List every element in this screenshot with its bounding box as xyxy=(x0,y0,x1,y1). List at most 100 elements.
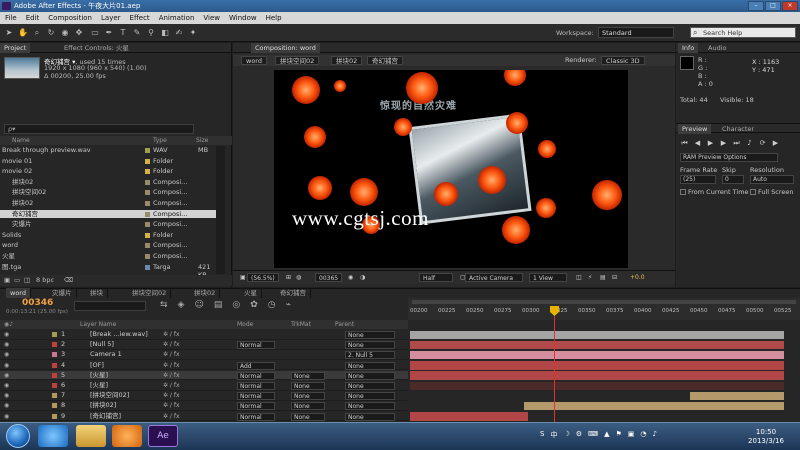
crumb-3[interactable]: 奇幻捕宫 xyxy=(367,56,403,65)
track-matte-select[interactable]: None xyxy=(291,382,325,390)
timeline-tab[interactable]: 灾爆片 xyxy=(48,288,77,298)
camera-tool-icon[interactable]: ◉ xyxy=(60,27,70,38)
blend-mode-select[interactable]: Normal xyxy=(237,402,275,411)
camera-view-select[interactable]: Active Camera xyxy=(465,273,523,282)
label-color-swatch[interactable] xyxy=(145,148,150,153)
label-color-swatch[interactable] xyxy=(145,158,150,164)
layer-switches-icon[interactable]: ✲ ∕ fx xyxy=(163,330,180,340)
composition-viewer[interactable]: 惊现的自然灾难 www.cgtsj.com xyxy=(274,70,628,268)
last-frame-icon[interactable]: ⏭ xyxy=(732,139,741,148)
close-button[interactable]: × xyxy=(782,1,798,11)
new-folder-icon[interactable]: ▭ xyxy=(14,275,20,286)
label-color-swatch[interactable] xyxy=(145,222,150,228)
timeline-timecode[interactable]: 00346 xyxy=(22,298,53,308)
menu-help[interactable]: Help xyxy=(266,12,282,24)
eraser-tool-icon[interactable]: ◧ xyxy=(160,27,170,38)
crumb-word[interactable]: word xyxy=(241,56,267,65)
exposure-value[interactable]: +0.0 xyxy=(627,273,648,282)
layer-name[interactable]: [奇幻捕宫] xyxy=(90,412,121,422)
menu-edit[interactable]: Edit xyxy=(26,12,40,24)
layer-label-color[interactable] xyxy=(52,332,57,337)
view-layout-select[interactable]: 1 View xyxy=(529,273,567,282)
project-item[interactable]: Solids Folder xyxy=(0,231,216,240)
menu-composition[interactable]: Composition xyxy=(48,12,92,24)
parent-select[interactable]: None xyxy=(345,341,395,350)
project-item[interactable]: 拼块02 Composi... xyxy=(0,199,216,208)
project-item[interactable]: 灾爆片 Composi... xyxy=(0,220,216,229)
layer-switches-icon[interactable]: ✲ ∕ fx xyxy=(163,350,180,360)
project-item[interactable]: 拼块空间02 Composi... xyxy=(0,188,216,197)
project-scrollbar[interactable] xyxy=(216,146,225,274)
visibility-eye-icon[interactable]: ◉ xyxy=(4,361,9,371)
menu-view[interactable]: View xyxy=(203,12,220,24)
col-type[interactable]: Type xyxy=(153,136,167,145)
frame-rate-select[interactable]: (25) xyxy=(680,175,716,184)
track-matte-select[interactable]: None xyxy=(291,392,325,401)
blend-mode-select[interactable]: Normal xyxy=(237,341,275,350)
layer-label-color[interactable] xyxy=(52,342,57,348)
layer-row[interactable]: ◉ 2 [Null 5] ✲ ∕ fx Normal None xyxy=(0,340,408,350)
layer-row[interactable]: ◉ 9 [奇幻捕宫] ✲ ∕ fx Normal None None xyxy=(0,412,408,422)
magnification-select[interactable]: (56.5%) xyxy=(247,273,279,282)
label-color-swatch[interactable] xyxy=(145,211,150,217)
next-frame-icon[interactable]: ▶ xyxy=(719,139,728,148)
parent-select[interactable]: None xyxy=(345,382,395,390)
crumb-1[interactable]: 拼块空间02 xyxy=(275,56,320,65)
tab-info[interactable]: Info xyxy=(678,43,699,53)
label-color-swatch[interactable] xyxy=(145,190,150,196)
project-item[interactable]: 奇幻捕宫 Composi... xyxy=(0,209,216,219)
prev-frame-icon[interactable]: ◀ xyxy=(693,139,702,148)
start-button[interactable] xyxy=(6,424,30,448)
menu-file[interactable]: File xyxy=(5,12,17,24)
col-parent[interactable]: Parent xyxy=(335,320,354,329)
menu-layer[interactable]: Layer xyxy=(101,12,121,24)
col-size[interactable]: Size xyxy=(196,136,208,145)
full-screen-checkbox[interactable]: Full Screen xyxy=(750,188,794,196)
timeline-tab[interactable]: word xyxy=(6,288,31,298)
tab-effect-controls[interactable]: Effect Controls: 火星 xyxy=(60,43,133,53)
ie-taskbar-icon[interactable] xyxy=(38,425,68,447)
tab-project[interactable]: Project xyxy=(0,43,31,53)
layer-row[interactable]: ◉ 3 Camera 1 ✲ ∕ fx 2. Null 5 xyxy=(0,350,408,360)
tab-character[interactable]: Character xyxy=(718,124,758,134)
tray-icon[interactable]: ◔ xyxy=(640,430,646,442)
explorer-taskbar-icon[interactable] xyxy=(76,425,106,447)
flowchart-icon[interactable]: ⊟ xyxy=(609,273,620,282)
workspace-select[interactable]: Standard xyxy=(598,27,674,38)
tray-icon[interactable]: 中 xyxy=(550,430,557,442)
blend-mode-select[interactable]: Normal xyxy=(237,392,275,401)
tray-icon[interactable]: ▲ xyxy=(604,430,609,442)
tray-icon[interactable]: S xyxy=(540,430,544,442)
snapshot-icon[interactable]: ◉ xyxy=(345,273,356,282)
layer-row[interactable]: ◉ 5 [火星] ✲ ∕ fx Normal None None xyxy=(0,370,408,381)
parent-select[interactable]: None xyxy=(345,392,395,401)
blend-mode-select[interactable]: Add xyxy=(237,361,275,370)
skip-input[interactable]: 0 xyxy=(722,175,744,184)
track-matte-select[interactable]: None xyxy=(291,371,325,380)
frame-blending-icon[interactable]: ▤ xyxy=(214,300,223,310)
col-mode[interactable]: Mode xyxy=(237,320,253,329)
project-search-input[interactable]: ρ▾ xyxy=(4,124,194,134)
label-color-swatch[interactable] xyxy=(145,169,150,175)
label-color-swatch[interactable] xyxy=(145,264,150,270)
timeline-icon[interactable]: ▤ xyxy=(597,273,609,282)
project-item[interactable]: word Composi... xyxy=(0,241,216,250)
layer-switches-icon[interactable]: ✲ ∕ fx xyxy=(163,361,180,371)
layer-duration-bar[interactable] xyxy=(410,330,784,340)
layer-label-color[interactable] xyxy=(52,362,57,368)
menu-window[interactable]: Window xyxy=(229,12,257,24)
layer-switches-icon[interactable]: ✲ ∕ fx xyxy=(163,391,180,401)
timeline-tab[interactable]: 火星 xyxy=(240,288,262,298)
layer-label-color[interactable] xyxy=(52,372,57,378)
crumb-2[interactable]: 拼块02 xyxy=(331,56,363,65)
motion-blur-icon[interactable]: ◎ xyxy=(232,300,240,310)
parent-select[interactable]: 2. Null 5 xyxy=(345,351,395,360)
layer-name[interactable]: [拼块02] xyxy=(90,401,116,411)
layer-row[interactable]: ◉ 1 [Break ...iew.wav] ✲ ∕ fx None xyxy=(0,330,408,340)
current-time-display[interactable]: 00365 xyxy=(315,273,343,282)
layer-label-color[interactable] xyxy=(52,403,57,409)
ram-preview-icon[interactable]: ▶ xyxy=(771,139,780,148)
selection-tool-icon[interactable]: ➤ xyxy=(4,27,14,38)
tray-icon[interactable]: ☽ xyxy=(563,430,569,442)
layer-duration-bar[interactable] xyxy=(410,381,784,391)
